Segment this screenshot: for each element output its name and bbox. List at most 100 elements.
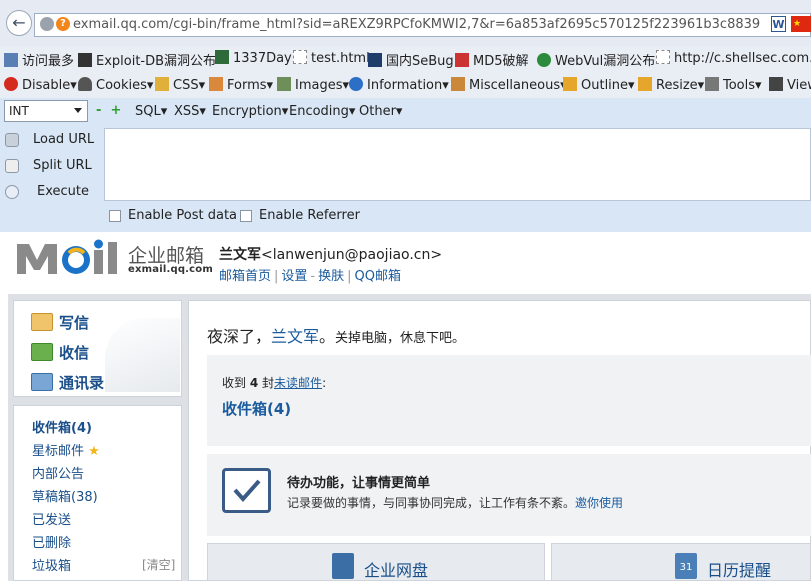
compose-button[interactable]: 写信 bbox=[59, 312, 89, 333]
folder-sent[interactable]: 已发送 bbox=[32, 509, 71, 528]
top-links: 邮箱首页 | 设置 - 换肤 | QQ邮箱 bbox=[219, 269, 401, 284]
site-info-icon[interactable]: ? bbox=[56, 17, 70, 31]
bookmark-webvul[interactable]: WebVul漏洞公布 bbox=[537, 50, 655, 69]
page-icon bbox=[293, 50, 307, 64]
monitor-icon bbox=[769, 77, 783, 91]
logo-mark bbox=[17, 239, 117, 274]
unread-mail-link[interactable]: 未读邮件 bbox=[274, 376, 322, 390]
word-icon[interactable]: W bbox=[771, 16, 786, 32]
folder-starred[interactable]: 星标邮件 ★ bbox=[32, 440, 100, 459]
greeting: 夜深了，兰文军。关掉电脑，休息下吧。 bbox=[207, 327, 466, 346]
menu-disable[interactable]: Disable▾ bbox=[4, 77, 77, 93]
link-skin[interactable]: 换肤 bbox=[318, 269, 344, 284]
enable-referrer-checkbox[interactable] bbox=[240, 210, 252, 222]
md5-icon bbox=[455, 53, 469, 67]
bookmark-most-visited[interactable]: 访问最多 bbox=[4, 50, 74, 69]
receive-button[interactable]: 收信 bbox=[59, 342, 89, 363]
link-qq-mail[interactable]: QQ邮箱 bbox=[355, 269, 401, 284]
link-settings[interactable]: 设置 bbox=[281, 269, 307, 284]
sebug-icon bbox=[368, 53, 382, 67]
disable-icon bbox=[4, 77, 18, 91]
hackbar-menu-other[interactable]: Other▾ bbox=[359, 104, 402, 119]
pencil-icon bbox=[155, 77, 169, 91]
image-icon bbox=[277, 77, 291, 91]
back-arrow-icon[interactable]: ← bbox=[6, 10, 32, 36]
bookmark-1337day[interactable]: 1337Day bbox=[215, 50, 292, 66]
execute-button[interactable]: Execute bbox=[37, 184, 89, 199]
bookmarks-bar: 访问最多 Exploit-DB漏洞公布 1337Day test.html 国内… bbox=[0, 46, 811, 71]
folder-inbox[interactable]: 收件箱(4) bbox=[32, 417, 92, 436]
contacts-icon bbox=[31, 373, 53, 391]
page-icon bbox=[656, 50, 670, 64]
checkbox-icon bbox=[222, 468, 271, 513]
contacts-button[interactable]: 通讯录 bbox=[59, 372, 104, 393]
1337day-icon bbox=[215, 50, 229, 64]
misc-icon bbox=[451, 77, 465, 91]
menu-information[interactable]: Information▾ bbox=[349, 77, 449, 93]
bug-icon bbox=[537, 53, 551, 67]
disk-icon bbox=[332, 553, 354, 579]
web-developer-toolbar: Disable▾ Cookies▾ CSS▾ Forms▾ Images▾ In… bbox=[0, 71, 811, 98]
load-url-icon bbox=[5, 133, 19, 147]
bookmark-md5[interactable]: MD5破解 bbox=[455, 50, 529, 69]
menu-forms[interactable]: Forms▾ bbox=[209, 77, 273, 93]
pencil-icon bbox=[563, 77, 577, 91]
tile-enterprise-disk-label: 企业网盘 bbox=[364, 561, 429, 580]
menu-tools[interactable]: Tools▾ bbox=[705, 77, 762, 93]
form-icon bbox=[209, 77, 223, 91]
enable-post-checkbox[interactable] bbox=[109, 210, 121, 222]
user-name: 兰文军 bbox=[219, 247, 261, 263]
tile-calendar-label: 日历提醒 bbox=[707, 561, 772, 580]
increment-buttons[interactable]: - + bbox=[96, 103, 121, 118]
calendar-icon: 31 bbox=[675, 553, 697, 579]
menu-css[interactable]: CSS▾ bbox=[155, 77, 205, 93]
menu-images[interactable]: Images▾ bbox=[277, 77, 349, 93]
inbox-link[interactable]: 收件箱(4) bbox=[222, 398, 291, 419]
bookmark-folder-icon bbox=[4, 53, 18, 67]
folder-spam[interactable]: 垃圾箱 bbox=[32, 555, 71, 574]
link-mail-home[interactable]: 邮箱首页 bbox=[219, 269, 271, 284]
bookmark-sebug[interactable]: 国内SeBug bbox=[368, 50, 454, 69]
greeting-name[interactable]: 兰文军 bbox=[271, 327, 319, 346]
exploit-db-icon bbox=[78, 53, 92, 67]
menu-miscellaneous[interactable]: Miscellaneous▾ bbox=[451, 77, 567, 93]
hackbar-menu-encryption[interactable]: Encryption▾ bbox=[212, 104, 288, 119]
user-email: <lanwenjun@paojiao.cn> bbox=[261, 247, 443, 263]
compose-icon bbox=[31, 313, 53, 331]
chevron-down-icon bbox=[74, 108, 82, 113]
info-icon bbox=[349, 77, 363, 91]
hackbar-menu-encoding[interactable]: Encoding▾ bbox=[289, 104, 355, 119]
todo-title: 待办功能，让事情更简单 bbox=[287, 476, 431, 491]
menu-outline[interactable]: Outline▾ bbox=[563, 77, 635, 93]
star-icon: ★ bbox=[88, 444, 100, 459]
user-identity: 兰文军<lanwenjun@paojiao.cn> bbox=[219, 244, 442, 264]
hackbar-url-textarea[interactable] bbox=[104, 128, 811, 201]
brand-domain: exmail.qq.com bbox=[128, 264, 213, 275]
empty-spam-button[interactable]: [清空] bbox=[142, 556, 175, 573]
menu-view[interactable]: View bbox=[769, 77, 811, 93]
play-icon bbox=[5, 185, 19, 199]
globe-icon bbox=[40, 17, 54, 31]
menu-resize[interactable]: Resize▾ bbox=[638, 77, 704, 93]
url-text[interactable]: exmail.qq.com/cgi-bin/frame_html?sid=aRE… bbox=[73, 17, 760, 32]
bookmark-test-html[interactable]: test.html bbox=[293, 50, 370, 66]
cookie-user-icon bbox=[78, 77, 92, 91]
split-url-button[interactable]: Split URL bbox=[33, 158, 92, 173]
enable-referrer-label: Enable Referrer bbox=[259, 208, 360, 223]
folder-announcements[interactable]: 内部公告 bbox=[32, 463, 84, 482]
receive-icon bbox=[31, 343, 53, 361]
bookmark-exploit-db[interactable]: Exploit-DB漏洞公布 bbox=[78, 50, 216, 69]
hackbar-menu-xss[interactable]: XSS▾ bbox=[174, 104, 206, 119]
folder-deleted[interactable]: 已删除 bbox=[32, 532, 71, 551]
hackbar-menu-sql[interactable]: SQL▾ bbox=[135, 104, 167, 119]
menu-cookies[interactable]: Cookies▾ bbox=[78, 77, 153, 93]
unread-summary-box bbox=[207, 355, 811, 446]
mail-logo[interactable] bbox=[14, 236, 124, 282]
bookmark-shellsec[interactable]: http://c.shellsec.com... bbox=[656, 50, 811, 66]
todo-description: 记录要做的事情，与同事协同完成，让工作有条不紊。邀你使用 bbox=[287, 496, 624, 510]
todo-invite-link[interactable]: 邀你使用 bbox=[575, 496, 623, 510]
folder-drafts[interactable]: 草稿箱(38) bbox=[32, 486, 98, 505]
load-url-button[interactable]: Load URL bbox=[33, 132, 94, 147]
wrench-icon bbox=[705, 77, 719, 91]
enable-post-label: Enable Post data bbox=[128, 208, 238, 223]
